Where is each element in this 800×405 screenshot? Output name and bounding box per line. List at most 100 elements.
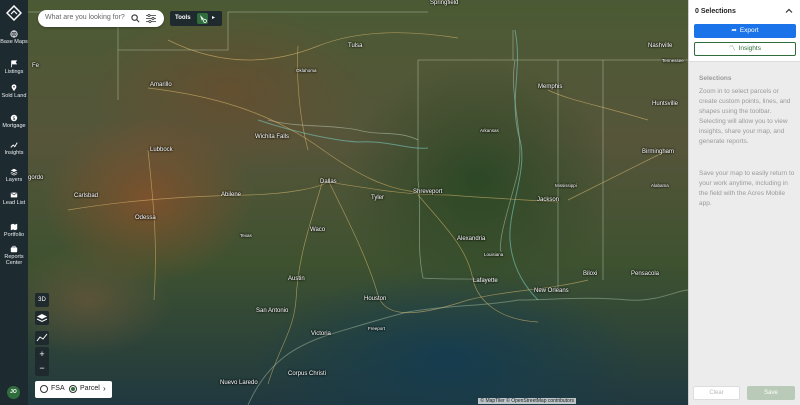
export-button[interactable]: ➦ Export [694, 24, 796, 38]
city-label: Birmingham [642, 149, 675, 155]
city-label: Victoria [311, 331, 331, 337]
nav-item-sold-land[interactable]: Sold Land [0, 84, 28, 99]
avatar[interactable]: JO [7, 386, 20, 399]
city-label: gordo [28, 175, 44, 181]
city-label: Waco [310, 227, 326, 233]
fsa-parcel-toggle: FSA Parcel › [35, 381, 112, 398]
save-button[interactable]: Save [747, 386, 795, 400]
city-label: Jackson [537, 197, 560, 203]
selections-header: 0 Selections ➦ Export 〽 Insights [689, 0, 800, 62]
nav-label: Base Maps [0, 39, 28, 45]
dollar-icon: $ [10, 114, 18, 122]
city-label: Springfield [430, 0, 459, 6]
nav-item-portfolio[interactable]: Portfolio [0, 223, 28, 238]
city-label: Nuevo Laredo [220, 380, 258, 386]
city-label: Houston [364, 296, 387, 302]
left-nav: Base Maps Listings Sold Land $ Mortgage … [0, 0, 28, 405]
tools-expand-arrow-icon[interactable]: ▸ [212, 14, 215, 21]
city-label: Tyler [371, 195, 385, 201]
chevron-right-icon[interactable]: › [103, 384, 106, 393]
city-label: Huntsville [652, 101, 679, 107]
insights-button[interactable]: 〽 Insights [694, 42, 796, 56]
selections-section-title: Selections [699, 75, 732, 82]
selections-help-text: Zoom in to select parcels or create cust… [699, 88, 791, 145]
zoom-in-button[interactable]: + [35, 347, 49, 361]
nav-label: Reports Center [4, 254, 24, 267]
trend-icon: 〽 [729, 45, 736, 52]
layers-icon [36, 314, 48, 323]
city-label: Lubbock [150, 147, 173, 153]
city-label: Lafayette [473, 278, 498, 284]
map-attribution[interactable]: © MapTiler © OpenStreetMap contributors [478, 398, 576, 404]
state-label: Oklahoma [296, 68, 317, 73]
state-label: Arkansas [480, 128, 499, 133]
nav-item-mortgage[interactable]: $ Mortgage [0, 114, 28, 129]
city-label: Biloxi [583, 271, 598, 277]
city-label: Odessa [135, 215, 156, 221]
search-input[interactable]: What are you looking for? [45, 14, 125, 21]
city-label: Corpus Christi [288, 371, 327, 377]
state-label: Tennessee [662, 58, 684, 63]
nav-label: Insights [4, 150, 24, 156]
zoom-control: + − [35, 347, 49, 376]
nav-item-lead-list[interactable]: Lead List [0, 191, 28, 206]
map-icon [10, 223, 18, 231]
city-label: Dallas [320, 179, 337, 185]
pin-icon [11, 84, 17, 92]
fsa-label[interactable]: FSA [51, 385, 65, 392]
state-label: Louisiana [484, 252, 504, 257]
insights-label: Insights [738, 45, 761, 52]
filter-sliders-icon[interactable] [146, 14, 156, 23]
measure-line-icon [36, 333, 48, 342]
nav-item-layers[interactable]: Layers [0, 168, 28, 183]
city-label: Carlsbad [74, 193, 99, 199]
city-label: Alexandria [457, 236, 486, 242]
search-bar[interactable]: What are you looking for? [38, 10, 164, 27]
layers-icon [10, 168, 18, 176]
search-icon[interactable] [131, 14, 140, 23]
chevron-up-icon[interactable] [785, 7, 793, 15]
city-label: Amarillo [150, 82, 172, 88]
city-label: Fe [32, 63, 40, 69]
nav-label: Listings [4, 69, 24, 75]
parcel-radio[interactable] [69, 385, 77, 393]
state-label: Mississippi [555, 183, 577, 188]
satellite-map[interactable]: Springfield Tulsa Nashville Oklahoma Ten… [28, 0, 688, 405]
tools-label: Tools [175, 15, 191, 21]
nav-label: Layers [5, 177, 23, 183]
measure-tool-button[interactable] [35, 331, 49, 345]
clear-button[interactable]: Clear [693, 386, 740, 400]
share-arrow-icon: ➦ [731, 27, 737, 34]
trend-icon [10, 142, 18, 148]
tools-bar[interactable]: Tools ▸ [170, 11, 222, 26]
nav-label: Mortgage [2, 123, 26, 129]
city-label: Pensacola [631, 271, 660, 277]
3d-toggle-button[interactable]: 3D [35, 293, 49, 307]
nav-item-reports-center[interactable]: Reports Center [0, 245, 28, 266]
briefcase-icon [10, 245, 18, 253]
export-label: Export [739, 27, 759, 34]
nav-item-base-maps[interactable]: Base Maps [0, 30, 28, 45]
nav-label: Portfolio [3, 232, 25, 238]
city-label: Tulsa [348, 43, 363, 49]
acres-logo-icon[interactable] [6, 5, 22, 21]
save-help-text: Save your map to easily return to your w… [699, 170, 795, 207]
select-tool-button[interactable] [197, 13, 208, 24]
nav-label: Lead List [2, 200, 26, 206]
city-label: San Antonio [256, 308, 289, 314]
city-label: Memphis [538, 84, 563, 90]
map-layers-button[interactable] [35, 311, 49, 325]
fsa-radio[interactable] [40, 385, 48, 393]
flag-icon [11, 60, 18, 68]
select-tool-icon [200, 15, 207, 23]
zoom-out-button[interactable]: − [35, 361, 49, 375]
nav-item-listings[interactable]: Listings [0, 60, 28, 75]
city-label: Austin [288, 276, 305, 282]
parcel-label[interactable]: Parcel [80, 385, 100, 392]
nav-item-insights[interactable]: Insights [0, 141, 28, 156]
map-overlay [28, 11, 688, 405]
selections-title: 0 Selections [695, 8, 736, 15]
city-label: Wichita Falls [255, 134, 290, 140]
mail-icon [10, 192, 18, 198]
globe-icon [10, 30, 18, 38]
